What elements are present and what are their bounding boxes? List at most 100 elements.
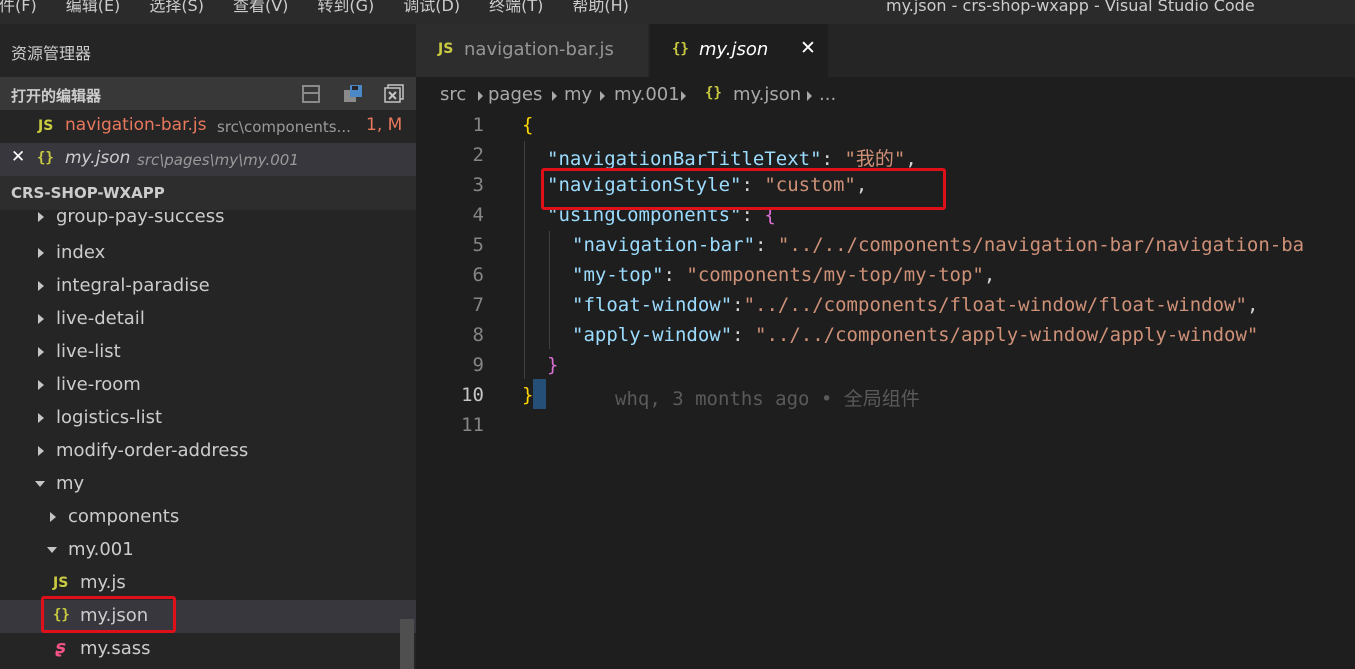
tree-folder-index[interactable]: index (0, 237, 400, 270)
chevron-right-icon (38, 281, 44, 291)
line-number: 8 (472, 324, 484, 346)
menu-goto[interactable]: 转到(G) (308, 0, 394, 18)
tree-folder-live-room[interactable]: live-room (0, 369, 400, 402)
chevron-down-icon (47, 547, 57, 553)
tree-folder-modify-order-address[interactable]: modify-order-address (0, 435, 400, 468)
tab-navigation-bar-js[interactable]: JS navigation-bar.js (416, 24, 648, 77)
json-comma: , (905, 148, 917, 170)
menu-view[interactable]: 查看(V) (224, 0, 308, 18)
open-editors-label: 打开的编辑器 (11, 87, 102, 105)
tree-item-label: my.001 (68, 539, 134, 560)
modified-status-badge: 1, M (366, 115, 403, 135)
code-line-10: } (522, 384, 533, 406)
line-number: 10 (461, 384, 484, 406)
close-icon[interactable]: ✕ (800, 37, 816, 59)
chevron-right-icon (38, 347, 44, 357)
line-number: 7 (472, 294, 484, 316)
chevron-right-icon (38, 413, 44, 423)
json-string: "../../components/navigation-bar/navigat… (777, 234, 1305, 256)
menu-selection[interactable]: 选择(S) (140, 0, 224, 18)
open-editor-item-my-json[interactable]: ✕ {} my.json src\pages\my\my.001 (0, 143, 416, 176)
breadcrumb-my-json[interactable]: my.json (733, 84, 801, 105)
open-editor-item-navigation-bar[interactable]: JS navigation-bar.js src\components... 1… (0, 110, 416, 143)
json-brace: } (522, 384, 534, 406)
json-key: "apply-window" (572, 324, 733, 346)
editor-tab-bar: JS navigation-bar.js {} my.json ✕ (416, 24, 1355, 77)
json-key: "navigation-bar" (572, 234, 756, 256)
json-string: "components/my-top/my-top" (686, 264, 984, 286)
tree-folder-components[interactable]: components (0, 501, 400, 534)
tree-file-my-sass[interactable]: ʂ my.sass (0, 633, 400, 666)
tree-folder-group-pay-success[interactable]: group-pay-success (0, 204, 400, 237)
tree-item-label: integral-paradise (56, 275, 210, 296)
sass-file-icon: ʂ (55, 637, 66, 658)
save-all-icon[interactable] (342, 84, 364, 104)
indent-guide (549, 231, 550, 349)
line-number: 4 (472, 204, 484, 226)
open-editor-filename: navigation-bar.js (65, 115, 207, 135)
sidebar-scrollbar[interactable] (400, 619, 414, 669)
code-line-7: "float-window":"../../components/float-w… (572, 294, 1258, 316)
json-comma: , (1246, 294, 1259, 316)
json-string: "我的" (844, 148, 906, 170)
line-number: 9 (472, 354, 484, 376)
breadcrumb-src[interactable]: src (440, 84, 466, 105)
line-number: 11 (461, 414, 484, 436)
code-line-8: "apply-window": "../../components/apply-… (572, 324, 1258, 346)
code-line-2: "navigationBarTitleText": "我的", (547, 144, 917, 171)
indent-guide (524, 141, 525, 379)
new-untitled-file-icon[interactable] (300, 84, 322, 104)
open-editor-filename: my.json (65, 148, 131, 168)
menu-debug[interactable]: 调试(D) (394, 0, 480, 18)
json-brace: { (522, 114, 534, 136)
tree-item-label: components (68, 506, 180, 527)
chevron-right-icon (478, 91, 483, 101)
menu-terminal[interactable]: 终端(T) (480, 0, 563, 18)
tree-item-label: modify-order-address (56, 440, 249, 461)
highlight-box-navigation-style (541, 168, 946, 210)
js-file-icon: JS (38, 118, 54, 134)
json-key: "navigationBarTitleText" (547, 148, 822, 170)
tree-item-label: live-detail (56, 308, 145, 329)
open-editors-header[interactable]: 打开的编辑器 (0, 77, 416, 110)
json-string: "../../components/float-window/float-win… (743, 294, 1247, 316)
line-number: 5 (472, 234, 484, 256)
line-number: 2 (472, 144, 484, 166)
tree-folder-logistics-list[interactable]: logistics-list (0, 402, 400, 435)
code-line-1: { (522, 114, 533, 136)
json-colon: : (732, 324, 756, 346)
json-file-icon: {} (705, 85, 722, 101)
breadcrumb-my[interactable]: my (564, 84, 592, 105)
tree-folder-integral-paradise[interactable]: integral-paradise (0, 270, 400, 303)
tree-folder-live-list[interactable]: live-list (0, 336, 400, 369)
json-string: "../../components/apply-window/apply-win… (755, 324, 1259, 346)
line-number: 6 (472, 264, 484, 286)
tree-folder-my[interactable]: my (0, 468, 400, 501)
menu-help[interactable]: 帮助(H) (563, 0, 649, 18)
menu-file[interactable]: 件(F) (0, 0, 57, 18)
tree-item-label: my (56, 473, 85, 494)
explorer-sidebar: 资源管理器 打开的编辑器 JS navigation-bar.js src\co… (0, 24, 416, 669)
breadcrumb-pages[interactable]: pages (488, 84, 542, 105)
menu-edit[interactable]: 编辑(E) (57, 0, 141, 18)
close-icon[interactable]: ✕ (11, 147, 25, 167)
chevron-right-icon (807, 91, 812, 101)
close-all-icon[interactable] (383, 84, 405, 104)
code-line-9: } (547, 354, 558, 376)
chevron-right-icon (600, 91, 605, 101)
menu-bar: 件(F) 编辑(E) 选择(S) 查看(V) 转到(G) 调试(D) 终端(T)… (0, 0, 649, 18)
tree-item-label: live-list (56, 341, 121, 362)
json-key: "float-window" (572, 294, 733, 316)
highlight-box-my-json-file (41, 596, 176, 633)
tab-my-json[interactable]: {} my.json ✕ (650, 24, 828, 77)
tree-folder-my-001[interactable]: my.001 (0, 534, 400, 567)
tree-item-label: my.sass (80, 638, 151, 659)
breadcrumb: src pages my my.001 {} my.json ... (416, 77, 1355, 111)
chevron-right-icon (38, 314, 44, 324)
chevron-right-icon (38, 212, 44, 222)
project-folder-label: CRS-SHOP-WXAPP (11, 184, 165, 202)
tree-folder-live-detail[interactable]: live-detail (0, 303, 400, 336)
breadcrumb-more[interactable]: ... (819, 84, 836, 105)
breadcrumb-my-001[interactable]: my.001 (614, 84, 680, 105)
js-file-icon: JS (438, 41, 454, 57)
